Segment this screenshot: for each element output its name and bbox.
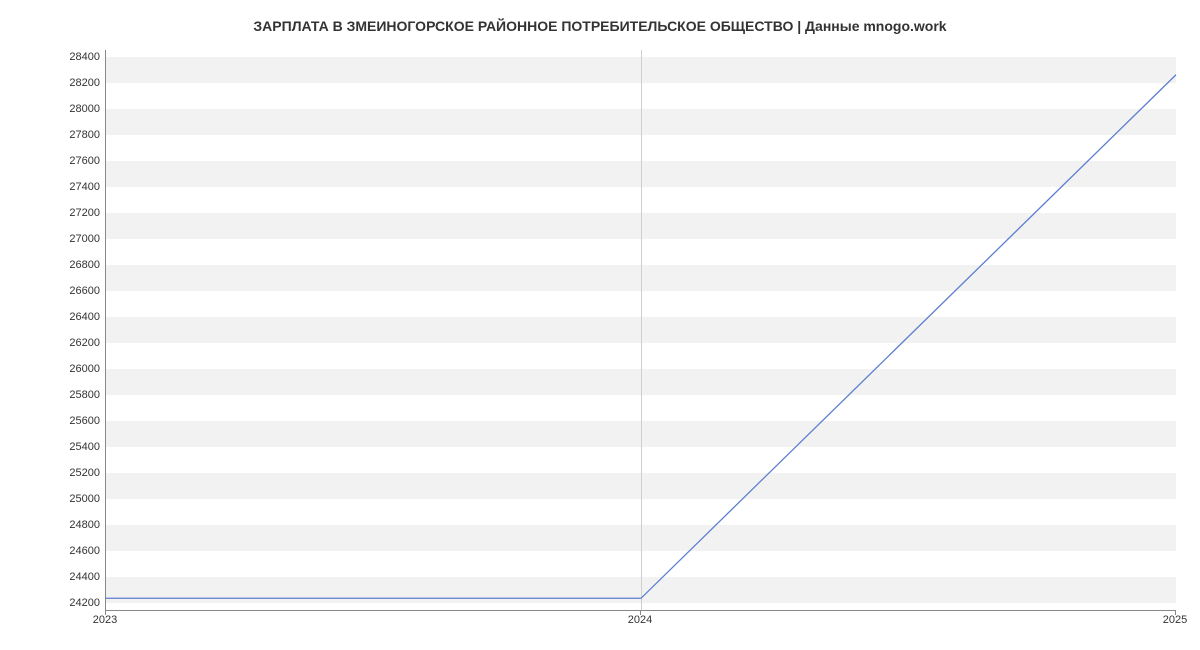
y-tick-label: 26800: [10, 259, 100, 271]
y-tick-label: 27800: [10, 129, 100, 141]
x-tick: [640, 610, 641, 615]
y-tick-label: 24600: [10, 545, 100, 557]
y-tick-label: 24800: [10, 519, 100, 531]
line-layer: [106, 50, 1176, 610]
y-tick-label: 27400: [10, 181, 100, 193]
y-tick-label: 25200: [10, 467, 100, 479]
y-tick-label: 27600: [10, 155, 100, 167]
chart-title: ЗАРПЛАТА В ЗМЕИНОГОРСКОЕ РАЙОННОЕ ПОТРЕБ…: [0, 18, 1200, 34]
x-tick-label: 2023: [93, 614, 117, 626]
y-tick-label: 25400: [10, 441, 100, 453]
y-tick-label: 26600: [10, 285, 100, 297]
salary-line-chart: ЗАРПЛАТА В ЗМЕИНОГОРСКОЕ РАЙОННОЕ ПОТРЕБ…: [0, 0, 1200, 650]
y-tick-label: 26400: [10, 311, 100, 323]
y-tick-label: 27200: [10, 207, 100, 219]
x-tick: [105, 610, 106, 615]
x-tick-label: 2025: [1163, 614, 1187, 626]
series-line: [106, 75, 1176, 599]
y-tick-label: 28000: [10, 103, 100, 115]
y-tick-label: 27000: [10, 233, 100, 245]
y-tick-label: 28400: [10, 51, 100, 63]
y-tick-label: 25800: [10, 389, 100, 401]
plot-area: [105, 50, 1176, 611]
x-tick-label: 2024: [628, 614, 652, 626]
y-tick-label: 26200: [10, 337, 100, 349]
y-tick-label: 24400: [10, 571, 100, 583]
y-tick-label: 25600: [10, 415, 100, 427]
y-tick-label: 24200: [10, 597, 100, 609]
x-tick: [1175, 610, 1176, 615]
y-tick-label: 26000: [10, 363, 100, 375]
y-tick-label: 28200: [10, 77, 100, 89]
y-tick-label: 25000: [10, 493, 100, 505]
